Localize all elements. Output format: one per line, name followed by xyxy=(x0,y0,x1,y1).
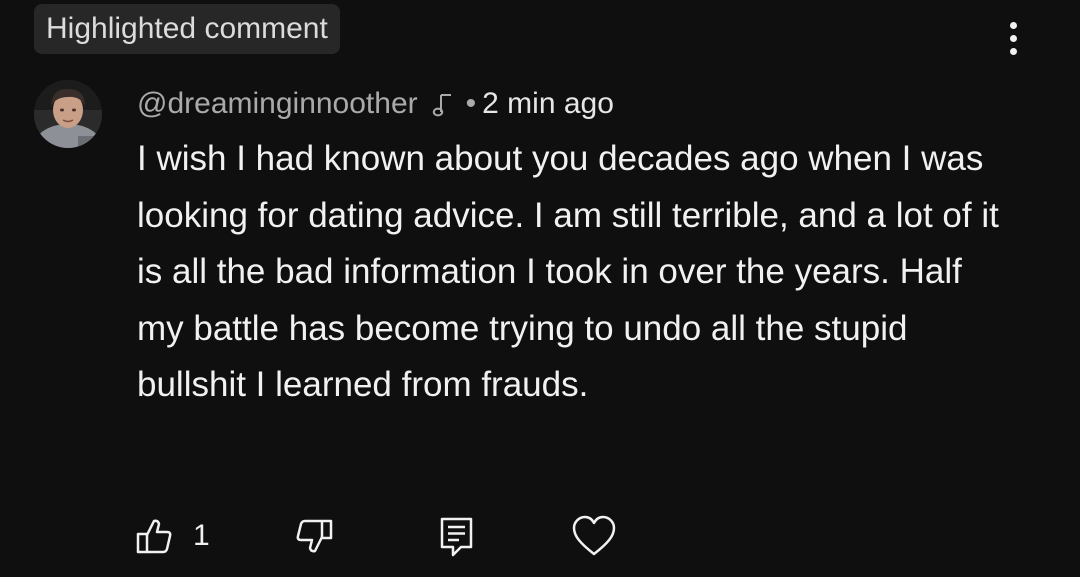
comment-meta: @dreaminginnoother • 2 min ago xyxy=(137,82,614,126)
more-vertical-icon-dot xyxy=(1009,47,1017,55)
heart-icon xyxy=(570,514,618,558)
dislike-button[interactable] xyxy=(292,510,336,562)
music-note-icon xyxy=(432,90,454,118)
comment-actions: 1 xyxy=(0,510,1080,562)
comment-author[interactable]: @dreaminginnoother xyxy=(137,87,418,121)
like-button[interactable] xyxy=(134,510,174,562)
highlighted-comment-label: Highlighted comment xyxy=(46,12,328,45)
reply-button[interactable] xyxy=(437,510,477,562)
comment-text: I wish I had known about you decades ago… xyxy=(137,139,999,404)
thumbs-up-icon xyxy=(134,516,174,556)
like-count: 1 xyxy=(193,519,210,552)
more-vertical-icon-dot xyxy=(1009,34,1017,42)
comment-timestamp: 2 min ago xyxy=(482,87,614,120)
thumbs-down-icon xyxy=(292,516,336,556)
meta-separator: • xyxy=(465,87,477,120)
highlighted-comment-badge: Highlighted comment xyxy=(34,4,340,54)
reply-icon xyxy=(437,514,477,558)
more-options-button[interactable] xyxy=(996,16,1030,60)
avatar[interactable] xyxy=(34,80,102,148)
more-vertical-icon xyxy=(1009,21,1017,29)
creator-heart-button[interactable] xyxy=(570,510,618,562)
avatar-image xyxy=(34,80,102,148)
